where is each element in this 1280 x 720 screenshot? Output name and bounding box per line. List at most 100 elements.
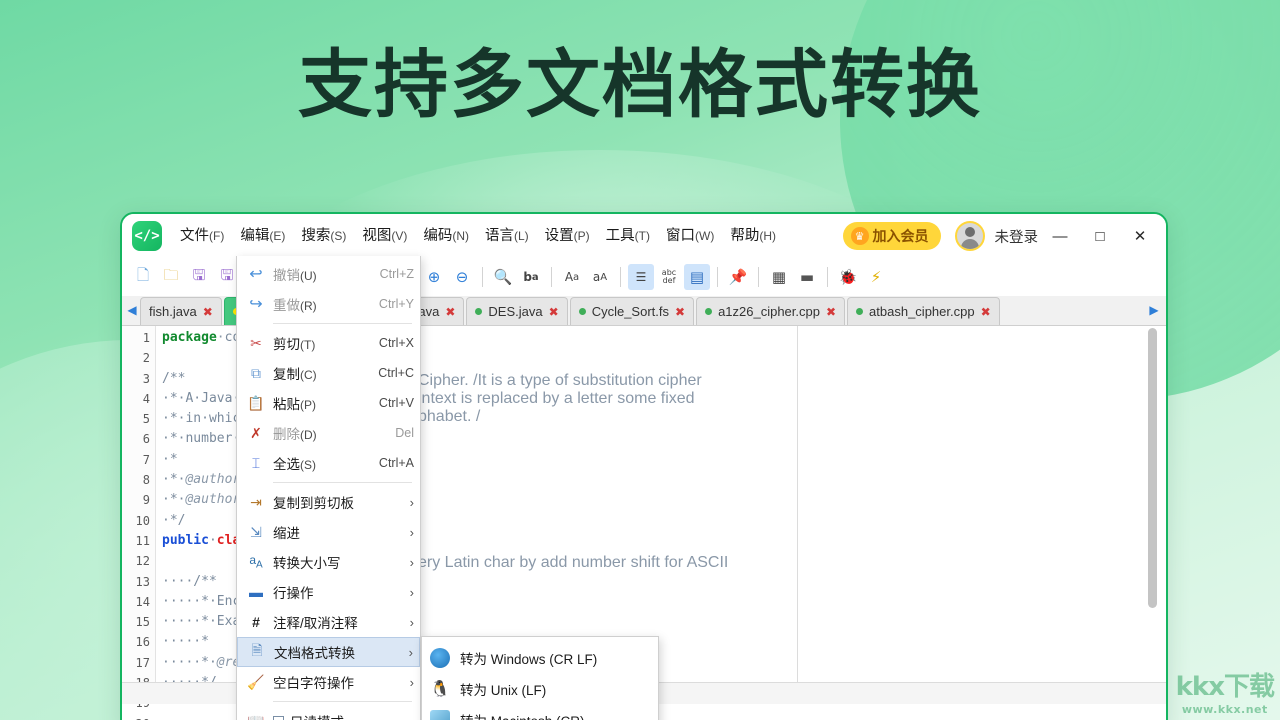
tab-cycle-sort-fs[interactable]: Cycle_Sort.fs ✖ xyxy=(569,297,695,325)
code-line: phabet. / xyxy=(418,408,481,425)
submenu-item-to-windows[interactable]: 转为 Windows (CR LF) xyxy=(422,642,658,673)
menu-tools[interactable]: 工具(T) xyxy=(598,214,658,258)
menu-language[interactable]: 语言(L) xyxy=(477,214,537,258)
line-number: 12 xyxy=(135,554,150,569)
tab-close-icon[interactable]: ✖ xyxy=(445,305,455,319)
join-membership-button[interactable]: ♛ 加入会员 xyxy=(842,222,941,250)
font-bigger-icon[interactable]: Aa xyxy=(559,264,585,290)
menu-item-copy[interactable]: ⧉ 复制(C) Ctrl+C xyxy=(237,358,420,388)
tab-close-icon[interactable]: ✖ xyxy=(981,305,991,319)
new-file-icon[interactable]: 🗋 xyxy=(130,264,156,290)
tab-close-icon[interactable]: ✖ xyxy=(549,305,559,319)
menu-item-paste[interactable]: 📋 粘贴(P) Ctrl+V xyxy=(237,388,420,418)
debug-icon[interactable]: 🐞 xyxy=(835,264,861,290)
menu-item-select-all[interactable]: ⌶ 全选(S) Ctrl+A xyxy=(237,448,420,478)
menu-item-copy-to-clipboard[interactable]: ⇥ 复制到剪切板 › xyxy=(237,487,420,517)
menu-search[interactable]: 搜索(S) xyxy=(293,214,354,258)
tab-close-icon[interactable]: ✖ xyxy=(675,305,685,319)
menu-encoding[interactable]: 编码(N) xyxy=(415,214,477,258)
paste-icon: 📋 xyxy=(247,394,265,411)
read-only-checkbox[interactable] xyxy=(273,715,284,720)
menu-item-blank-operations[interactable]: 🧹 空白字符操作 › xyxy=(237,667,420,697)
line-number: 5 xyxy=(142,412,150,427)
pin-icon[interactable]: 📌 xyxy=(725,264,751,290)
menu-view[interactable]: 视图(V) xyxy=(354,214,415,258)
line-number: 3 xyxy=(142,371,150,386)
linux-penguin-icon: 🐧 xyxy=(430,680,450,698)
menu-item-comment-uncomment[interactable]: # 注释/取消注释 › xyxy=(237,607,420,637)
run-icon[interactable]: ⚡ xyxy=(863,264,889,290)
app-logo-icon: </> xyxy=(132,221,162,251)
tab-label: fish.java xyxy=(149,304,197,319)
menu-file[interactable]: 文件(F) xyxy=(172,214,232,258)
submenu-item-to-macintosh[interactable]: 转为 Macintosh (CR) xyxy=(422,704,658,720)
code-line: ery Latin char by add number shift for A… xyxy=(418,554,729,571)
replace-icon[interactable]: ba xyxy=(518,264,544,290)
zoom-in-icon[interactable]: ⊕ xyxy=(421,264,447,290)
menu-help[interactable]: 帮助(H) xyxy=(722,214,784,258)
menu-view-label: 视图 xyxy=(362,228,392,244)
tab-close-icon[interactable]: ✖ xyxy=(826,305,836,319)
tab-label: a1z26_cipher.cpp xyxy=(718,304,820,319)
word-wrap-icon[interactable]: abc def xyxy=(656,264,682,290)
tab-a1z26-cipher-cpp[interactable]: a1z26_cipher.cpp ✖ xyxy=(696,297,846,325)
windows-icon xyxy=(430,647,450,668)
tab-scroll-left-icon[interactable]: ◀ xyxy=(124,295,140,325)
menu-item-change-case[interactable]: aA 转换大小写 › xyxy=(237,547,420,577)
indent-guide-icon[interactable]: ▤ xyxy=(684,264,710,290)
tab-label: DES.java xyxy=(488,304,543,319)
zoom-out-icon[interactable]: ⊖ xyxy=(449,264,475,290)
tab-scroll-right-icon[interactable]: ▶ xyxy=(1146,295,1162,325)
menu-settings[interactable]: 设置(P) xyxy=(537,214,598,258)
toolbar-separator xyxy=(758,267,759,287)
menu-item-copy-shortcut: Ctrl+C xyxy=(378,366,414,380)
read-only-icon: 📖 xyxy=(245,713,267,720)
menu-item-redo-label: 重做 xyxy=(273,298,300,313)
find-icon[interactable]: 🔍 xyxy=(490,264,516,290)
menu-item-line-operations-label: 行操作 xyxy=(273,586,314,601)
minimize-button[interactable]: — xyxy=(1042,221,1078,251)
login-status[interactable]: 未登录 xyxy=(995,226,1039,247)
menu-item-undo[interactable]: ↩ 撤销(U) Ctrl+Z xyxy=(237,259,420,289)
menu-item-read-only[interactable]: 📖 只读模式 xyxy=(237,706,420,720)
save-icon[interactable]: 🖫 xyxy=(186,264,212,290)
menu-item-redo[interactable]: ↪ 重做(R) Ctrl+Y xyxy=(237,289,420,319)
chevron-right-icon: › xyxy=(408,644,413,660)
show-all-chars-icon[interactable]: ☰ xyxy=(628,264,654,290)
font-smaller-icon[interactable]: aA xyxy=(587,264,613,290)
submenu-item-to-unix[interactable]: 🐧 转为 Unix (LF) xyxy=(422,673,658,704)
close-button[interactable]: ✕ xyxy=(1122,221,1158,251)
menu-item-undo-mnemonic: (U) xyxy=(300,269,317,283)
menu-search-mnemonic: (S) xyxy=(330,229,347,243)
menu-window[interactable]: 窗口(W) xyxy=(658,214,722,258)
menu-item-read-only-label: 只读模式 xyxy=(290,711,344,720)
menu-file-label: 文件 xyxy=(180,228,209,244)
menu-edit[interactable]: 编辑(E) xyxy=(232,214,294,258)
vertical-scrollbar[interactable] xyxy=(1148,328,1157,608)
tab-atbash-cipher-cpp[interactable]: atbash_cipher.cpp ✖ xyxy=(847,297,1000,325)
tab-des-java[interactable]: DES.java ✖ xyxy=(466,297,568,325)
line-operations-icon: ▬ xyxy=(249,584,263,600)
menu-item-cut-label: 剪切 xyxy=(273,337,300,352)
menu-item-eol-conversion[interactable]: 🗎 文档格式转换 › xyxy=(237,637,420,667)
tab-close-icon[interactable]: ✖ xyxy=(203,305,213,319)
watermark-url: www.kkx.net xyxy=(1181,703,1268,716)
chevron-right-icon: › xyxy=(409,524,414,540)
indent-icon: ⇲ xyxy=(250,523,262,540)
line-number-gutter: 1 2 3 4 5 6 7 8 9 10 11 12 13 14 15 16 1… xyxy=(122,326,156,720)
open-file-icon[interactable]: 🗀 xyxy=(158,264,184,290)
terminal-icon[interactable]: ▬ xyxy=(794,264,820,290)
menu-item-delete[interactable]: ✗ 删除(D) Del xyxy=(237,418,420,448)
menu-item-indent[interactable]: ⇲ 缩进 › xyxy=(237,517,420,547)
menu-item-copy-to-clipboard-label: 复制到剪切板 xyxy=(273,496,354,511)
color-picker-icon[interactable]: ▦ xyxy=(766,264,792,290)
menu-item-line-operations[interactable]: ▬ 行操作 › xyxy=(237,577,420,607)
menu-file-mnemonic: (F) xyxy=(209,229,225,243)
maximize-button[interactable]: □ xyxy=(1082,221,1118,251)
editor-split-divider xyxy=(797,326,798,704)
menu-item-cut[interactable]: ✂ 剪切(T) Ctrl+X xyxy=(237,328,420,358)
menu-item-change-case-label: 转换大小写 xyxy=(273,556,341,571)
tab-fish-java[interactable]: fish.java ✖ xyxy=(140,297,222,325)
line-number: 17 xyxy=(135,655,150,670)
avatar[interactable] xyxy=(954,221,985,251)
